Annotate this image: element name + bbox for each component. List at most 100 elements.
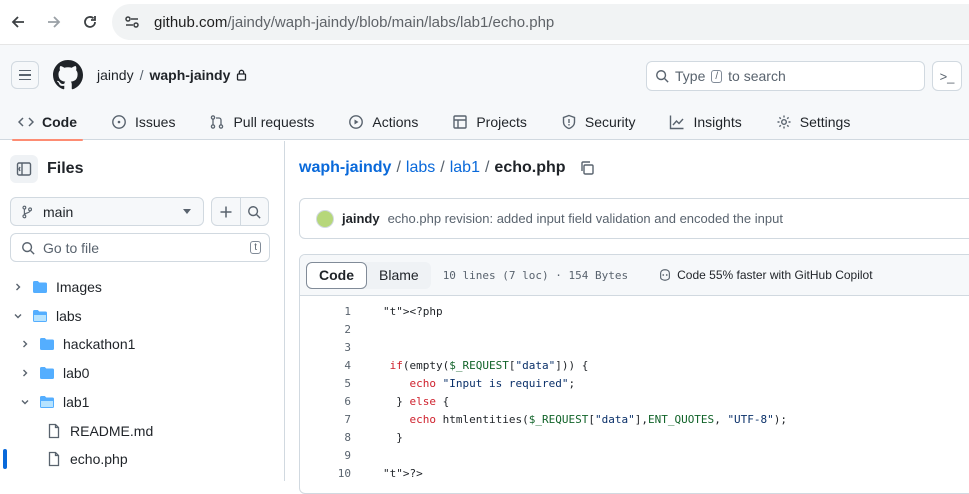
tab-code[interactable]: Code [12, 103, 83, 141]
file-tree-sidebar: Files main Go to file t Images labs hack… [0, 141, 285, 481]
tab-pull-requests-label: Pull requests [233, 114, 315, 130]
tree-item-labs[interactable]: labs [0, 302, 285, 330]
tree-item-lab0[interactable]: lab0 [0, 359, 285, 387]
code-line: 7 echo htmlentities($_REQUEST["data"],EN… [300, 410, 969, 428]
code-view-button[interactable]: Code [306, 261, 367, 289]
chevron-right-icon[interactable] [17, 365, 33, 381]
branch-icon [22, 205, 33, 218]
tree-item-hackathon1[interactable]: hackathon1 [0, 330, 285, 358]
code-line: 6 } else { [300, 392, 969, 410]
line-number[interactable]: 2 [300, 323, 351, 336]
breadcrumb-current-file: echo.php [494, 159, 566, 176]
tab-settings[interactable]: Settings [770, 103, 857, 141]
lock-icon [237, 69, 247, 81]
site-info-icon[interactable] [124, 15, 140, 29]
issue-icon [112, 115, 126, 129]
line-text: echo "Input is required"; [409, 376, 576, 390]
repo-tabs: Code Issues Pull requests Actions Projec… [0, 103, 969, 141]
back-icon[interactable] [7, 11, 29, 33]
gear-icon [777, 115, 791, 129]
line-number[interactable]: 9 [300, 449, 351, 462]
tree-item-echo-php[interactable]: echo.php [0, 445, 285, 473]
search-input[interactable]: Type / to search [646, 61, 925, 91]
tab-insights[interactable]: Insights [663, 103, 747, 141]
url-path: /jaindy/waph-jaindy/blob/main/labs/lab1/… [227, 13, 555, 31]
search-prefix: Type [675, 68, 706, 84]
copilot-promo-label: Code 55% faster with GitHub Copilot [677, 268, 873, 282]
line-number[interactable]: 5 [300, 377, 351, 390]
code-icon [18, 117, 34, 127]
github-logo-icon[interactable] [53, 60, 83, 90]
line-number[interactable]: 10 [300, 467, 351, 480]
line-number[interactable]: 4 [300, 359, 351, 372]
line-number[interactable]: 7 [300, 413, 351, 426]
add-file-button[interactable] [212, 198, 241, 225]
tab-issues[interactable]: Issues [105, 103, 181, 141]
tree-item-readme[interactable]: README.md [0, 417, 285, 445]
folder-icon [40, 338, 54, 350]
line-number[interactable]: 3 [300, 341, 351, 354]
branch-selector[interactable]: main [10, 197, 204, 226]
chevron-right-icon[interactable] [10, 279, 26, 295]
breadcrumb-separator: / [396, 159, 401, 176]
command-palette-button[interactable]: >_ [932, 61, 962, 91]
line-number[interactable]: 8 [300, 431, 351, 444]
breadcrumb-repo-link[interactable]: waph-jaindy [299, 159, 391, 177]
tab-actions[interactable]: Actions [342, 103, 424, 141]
avatar[interactable] [316, 209, 334, 228]
tree-item-lab1[interactable]: lab1 [0, 388, 285, 416]
file-icon [48, 451, 60, 467]
reload-icon[interactable] [79, 11, 101, 33]
search-icon [248, 205, 261, 219]
chevron-down-icon[interactable] [17, 394, 33, 410]
url-host: github.com [154, 13, 228, 31]
folder-icon [40, 367, 54, 379]
tree-item-label: lab1 [63, 394, 90, 410]
chevron-right-icon[interactable] [17, 336, 33, 352]
tab-security-label: Security [584, 114, 636, 130]
code-line: 10 "t">?> [300, 464, 969, 482]
copilot-promo[interactable]: Code 55% faster with GitHub Copilot [658, 268, 873, 282]
collapse-sidebar-button[interactable] [10, 155, 38, 183]
breadcrumb-separator: / [139, 67, 144, 83]
repo-link[interactable]: waph-jaindy [149, 67, 230, 83]
breadcrumb-labs-link[interactable]: labs [406, 159, 435, 177]
tab-code-label: Code [42, 114, 77, 130]
search-shortcut-key: / [711, 69, 723, 83]
search-files-button[interactable] [241, 198, 269, 225]
commit-message[interactable]: echo.php revision: added input field val… [388, 211, 783, 226]
go-to-file-placeholder: Go to file [43, 239, 100, 256]
line-text: if(empty($_REQUEST["data"])) { [389, 358, 589, 372]
tab-projects[interactable]: Projects [446, 103, 533, 141]
code-line: 1 "t"><?php [300, 302, 969, 320]
search-icon [22, 241, 35, 255]
file-info: 10 lines (7 loc) · 154 Bytes [442, 268, 629, 282]
tab-insights-label: Insights [693, 114, 742, 130]
breadcrumb-lab1-link[interactable]: lab1 [450, 159, 480, 177]
owner-link[interactable]: jaindy [97, 67, 134, 83]
chevron-down-icon[interactable] [10, 308, 26, 324]
folder-icon [33, 281, 47, 293]
line-number[interactable]: 1 [300, 305, 351, 318]
file-header: Code Blame 10 lines (7 loc) · 154 Bytes … [300, 255, 969, 296]
tree-item-label: Images [56, 279, 102, 295]
commit-author[interactable]: jaindy [342, 211, 380, 226]
tree-item-images[interactable]: Images [0, 273, 285, 301]
breadcrumb-separator: / [440, 159, 445, 176]
line-number[interactable]: 6 [300, 395, 351, 408]
line-text: "t">?> [383, 466, 423, 480]
selected-indicator [3, 449, 7, 469]
address-bar[interactable]: github.com/jaindy/waph-jaindy/blob/main/… [112, 4, 969, 40]
forward-icon[interactable] [43, 11, 65, 33]
tab-security[interactable]: Security [555, 103, 642, 141]
copy-path-icon[interactable] [579, 160, 595, 176]
files-title: Files [47, 160, 84, 177]
code-line: 2 [300, 320, 969, 338]
go-to-file-input[interactable]: Go to file t [10, 233, 270, 262]
blame-view-button[interactable]: Blame [367, 262, 431, 289]
menu-button[interactable] [11, 61, 39, 89]
code-view[interactable]: 1 "t"><?php 2 3 4 if(empty($_REQUEST["data"]… [300, 296, 969, 482]
repo-breadcrumb: jaindy / waph-jaindy [97, 67, 247, 83]
tree-item-label: echo.php [70, 451, 128, 467]
tab-pull-requests[interactable]: Pull requests [203, 103, 320, 141]
